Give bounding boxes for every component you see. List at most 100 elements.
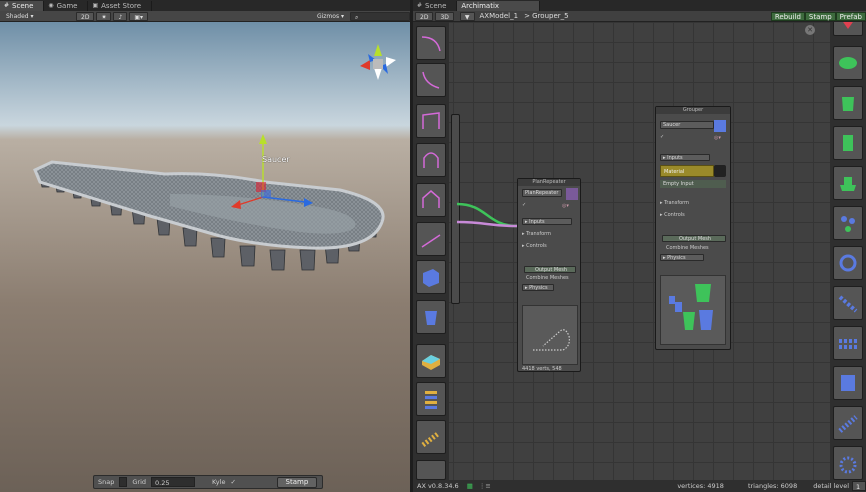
tab-game[interactable]: ◉ Game	[44, 1, 89, 11]
node-name-field[interactable]: Saucer	[660, 121, 714, 129]
physics-toggle[interactable]: ▸ Physics	[660, 254, 704, 261]
rebuild-button[interactable]: Rebuild	[770, 11, 805, 21]
mesh-slab-icon[interactable]	[416, 344, 446, 378]
mesh-cap-icon[interactable]	[833, 166, 863, 200]
mesh-stair-icon[interactable]	[416, 420, 446, 454]
scene-viewport[interactable]: Saucer	[0, 22, 410, 492]
mode-3d-toggle[interactable]: 3D	[435, 11, 454, 21]
grouper-node[interactable]: Grouper Saucer ✓ ◎▾ ▸ Inputs Material Em…	[655, 106, 731, 350]
kyle-checkbox[interactable]: ✓	[230, 478, 235, 486]
grouper-preview	[660, 275, 726, 345]
combine-meshes-label: Combine Meshes	[666, 245, 709, 251]
output-mesh-label: Output Mesh	[524, 266, 576, 273]
physics-toggle[interactable]: ▸ Physics	[522, 284, 554, 291]
repeater-grid-icon[interactable]	[833, 326, 863, 360]
mode-2d-toggle[interactable]: 2D	[415, 11, 434, 21]
palette-icon[interactable]: ▦	[467, 482, 473, 490]
vertices-count: vertices: 4918	[677, 482, 724, 490]
settings-icon[interactable]: ◎▾	[562, 203, 569, 209]
menu-dropdown-icon[interactable]: ▼	[459, 11, 475, 21]
snap-checkbox[interactable]	[119, 477, 128, 487]
mode-2d-button[interactable]: 2D	[76, 11, 95, 21]
tab-asset-store[interactable]: ▣ Asset Store	[88, 1, 153, 11]
controls-toggle[interactable]: ▸ Controls	[660, 212, 685, 218]
saucer-model	[33, 44, 396, 271]
audio-toggle-icon[interactable]: ♪	[113, 11, 128, 21]
material-field[interactable]: Material	[660, 165, 714, 177]
mesh-leaf-icon[interactable]	[833, 46, 863, 80]
mesh-stack-icon[interactable]	[416, 382, 446, 416]
prefab-button[interactable]: Prefab	[835, 11, 866, 21]
empty-input-slot[interactable]: Empty Input	[660, 180, 726, 188]
grid-input[interactable]: 0.25	[151, 477, 196, 487]
tab-scene[interactable]: # Scene	[0, 1, 45, 11]
enabled-checkbox[interactable]: ✓	[522, 202, 526, 208]
grouper-icon	[714, 120, 726, 132]
triangles-count: triangles: 6098	[747, 482, 798, 490]
transform-toggle[interactable]: ▸ Transform	[660, 200, 689, 206]
output-mesh-label: Output Mesh	[662, 235, 726, 242]
status-bar: AX v0.8.34.6 ▦ ⋮≡ vertices: 4918 triangl…	[413, 480, 866, 492]
transform-toggle[interactable]: ▸ Transform	[522, 231, 551, 237]
breadcrumb-model[interactable]: AXModel_1	[480, 12, 519, 20]
detail-level-label: detail level	[813, 482, 849, 490]
mesh-cube-icon[interactable]	[416, 260, 446, 294]
mesh-column-icon[interactable]	[833, 126, 863, 160]
inputs-toggle[interactable]: ▸ Inputs	[660, 154, 710, 161]
close-icon[interactable]: ✕	[805, 25, 815, 35]
mesh-cylinder-icon[interactable]	[416, 300, 446, 334]
material-swatch[interactable]	[714, 165, 726, 177]
node-graph-canvas[interactable]: ✕ PlanRepeater PlanRepeater ✓ ◎▾ ▸ Input…	[413, 22, 866, 492]
effects-toggle-icon[interactable]: ▣▾	[129, 11, 148, 21]
stamp-button-ax[interactable]: Stamp	[804, 11, 836, 21]
version-label: AX v0.8.34.6	[417, 482, 459, 490]
plan-repeater-node[interactable]: PlanRepeater PlanRepeater ✓ ◎▾ ▸ Inputs …	[517, 178, 581, 372]
shape-top-icon[interactable]	[833, 22, 863, 36]
enabled-checkbox[interactable]: ✓	[660, 134, 664, 140]
repeater-linear-icon[interactable]	[833, 286, 863, 320]
shape-rect-icon[interactable]	[416, 104, 446, 138]
repeater-radial-icon[interactable]	[833, 206, 863, 240]
inputs-toggle[interactable]: ▸ Inputs	[522, 218, 572, 225]
scene-search-input[interactable]: ⌕	[350, 11, 410, 21]
lighting-toggle-icon[interactable]: ✷	[96, 11, 112, 21]
plan-repeater-stats: 4418 verts, 548	[522, 366, 562, 372]
repeater-ring-icon[interactable]	[833, 446, 863, 480]
scene-icon: #	[417, 2, 423, 9]
grid-label: Grid	[132, 478, 147, 486]
gizmos-dropdown[interactable]: Gizmos ▾	[313, 12, 348, 21]
stamp-button[interactable]: Stamp	[276, 476, 317, 488]
repeater-steps-icon[interactable]	[833, 406, 863, 440]
detail-level-input[interactable]: 1	[852, 481, 866, 491]
scene-icon: #	[4, 2, 10, 9]
breadcrumb-grouper[interactable]: > Grouper_5	[524, 12, 569, 20]
curve-arc-icon[interactable]	[416, 26, 446, 60]
scene-tabbar: # Scene ◉ Game ▣ Asset Store	[0, 0, 410, 11]
scene-toolbar: Shaded ▾ 2D ✷ ♪ ▣▾ Gizmos ▾ ⌕	[0, 11, 410, 22]
shape-house-icon[interactable]	[416, 183, 446, 217]
curve-s-icon[interactable]	[416, 63, 446, 97]
shape-line-icon[interactable]	[416, 222, 446, 256]
repeater-spiral-icon[interactable]	[833, 246, 863, 280]
object-label: Saucer	[262, 155, 290, 164]
mesh-more-icon[interactable]	[416, 460, 446, 480]
node-name-field[interactable]: PlanRepeater	[522, 189, 562, 197]
orientation-gizmo-icon[interactable]	[360, 44, 396, 80]
tab-archimatix[interactable]: Archimatix	[457, 1, 541, 11]
shape-arch-icon[interactable]	[416, 143, 446, 177]
game-icon: ◉	[48, 2, 54, 9]
shading-mode-dropdown[interactable]: Shaded ▾	[2, 12, 74, 21]
settings-icon[interactable]: ◎▾	[714, 135, 721, 141]
graph-icon[interactable]: ⋮≡	[479, 482, 491, 490]
archimatix-tabbar: # Scene Archimatix	[413, 0, 866, 11]
library-sidebar-left	[413, 22, 449, 492]
repeater-floors-icon[interactable]	[833, 366, 863, 400]
mesh-tube-icon[interactable]	[833, 86, 863, 120]
library-sidebar-right	[830, 22, 866, 492]
snap-label: Snap	[98, 478, 115, 486]
kyle-label: Kyle	[212, 478, 226, 486]
archimatix-toolbar: 2D 3D ▼ AXModel_1 > Grouper_5 Rebuild St…	[413, 11, 866, 22]
combine-meshes-label: Combine Meshes	[526, 275, 569, 281]
controls-toggle[interactable]: ▸ Controls	[522, 243, 547, 249]
tab-scene-2[interactable]: # Scene	[413, 1, 458, 11]
